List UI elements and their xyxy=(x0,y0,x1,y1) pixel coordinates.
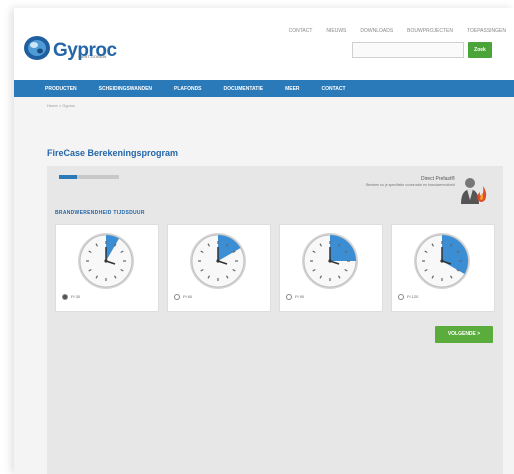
main-nav: PRODUCTEN SCHEIDINGSWANDEN PLAFONDS DOCU… xyxy=(14,80,514,97)
consult-promo[interactable]: Direct Prefast® Bereken nu je specifieke… xyxy=(351,172,491,210)
page-title: FireCase Berekeningsprogram xyxy=(47,148,179,158)
gyproc-logo[interactable]: Gyproc SAINT-GOBAIN xyxy=(22,32,142,64)
nav-item-producten[interactable]: PRODUCTEN xyxy=(45,86,77,92)
option-label: Ft 120 xyxy=(407,294,419,299)
nav-item-plafonds[interactable]: PLAFONDS xyxy=(174,86,202,92)
nav-item-scheidingswanden[interactable]: SCHEIDINGSWANDEN xyxy=(99,86,152,92)
breadcrumb[interactable]: Home > Gyproc xyxy=(47,103,75,108)
consult-subtitle: Bereken nu je specifieke constructie en … xyxy=(366,183,455,187)
clock-icon xyxy=(414,233,470,289)
gyproc-logo-icon xyxy=(24,36,50,60)
option-radio[interactable] xyxy=(398,294,404,300)
duration-option-card[interactable]: Ft 60 xyxy=(167,224,271,312)
section-label: BRANDWERENDHEID TIJDSDUUR xyxy=(55,210,145,216)
logo-subtext: SAINT-GOBAIN xyxy=(78,54,107,59)
option-label: Ft 90 xyxy=(295,294,305,299)
option-label: Ft 60 xyxy=(183,294,193,299)
duration-option-card[interactable]: Ft 90 xyxy=(279,224,383,312)
option-radio[interactable] xyxy=(174,294,180,300)
expert-avatar-icon xyxy=(461,178,487,204)
clock-icon xyxy=(190,233,246,289)
clock-icon xyxy=(302,233,358,289)
top-link-downloads[interactable]: DOWNLOADS xyxy=(360,28,393,34)
top-link-bouwprojecten[interactable]: BOUWPROJECTEN xyxy=(407,28,453,34)
search-input[interactable] xyxy=(352,42,464,58)
consult-title: Direct Prefast® xyxy=(421,176,455,182)
option-radio[interactable] xyxy=(286,294,292,300)
nav-item-documentatie[interactable]: DOCUMENTATIE xyxy=(224,86,264,92)
top-link-toepassingen[interactable]: TOEPASSINGEN xyxy=(467,28,506,34)
duration-option-card[interactable]: Ft 30 xyxy=(55,224,159,312)
calculator-panel: Direct Prefast® Bereken nu je specifieke… xyxy=(47,166,503,474)
search-button[interactable]: Zoek xyxy=(468,42,492,58)
step-progress-bar xyxy=(59,175,119,179)
option-label: Ft 30 xyxy=(71,294,81,299)
top-link-nieuws[interactable]: NIEUWS xyxy=(326,28,346,34)
option-radio[interactable] xyxy=(62,294,68,300)
main-content: FireCase Berekeningsprogram Direct Prefa… xyxy=(47,116,503,474)
nav-item-meer[interactable]: MEER xyxy=(285,86,299,92)
nav-item-contact[interactable]: CONTACT xyxy=(322,86,346,92)
top-link-contact[interactable]: CONTACT xyxy=(289,28,313,34)
top-links: CONTACT NIEUWS DOWNLOADS BOUWPROJECTEN T… xyxy=(289,28,506,34)
duration-option-card[interactable]: Ft 120 xyxy=(391,224,495,312)
next-button[interactable]: VOLGENDE > xyxy=(435,326,493,343)
step-progress-fill xyxy=(59,175,77,179)
clock-icon xyxy=(78,233,134,289)
